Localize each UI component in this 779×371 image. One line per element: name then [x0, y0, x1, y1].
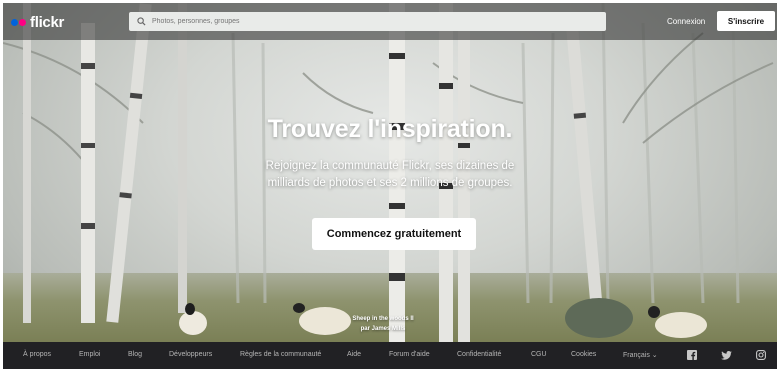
start-free-button[interactable]: Commencez gratuitement — [312, 218, 476, 250]
logo-blue-dot — [11, 18, 18, 26]
footer-link-help-forum[interactable]: Forum d'aide — [389, 351, 430, 358]
top-nav-bar: flickr Connexion S'inscrire — [3, 3, 777, 40]
search-bar[interactable] — [129, 12, 606, 31]
facebook-icon[interactable] — [686, 349, 698, 361]
search-input[interactable] — [149, 18, 606, 25]
footer-link-community-rules[interactable]: Règles de la communauté — [240, 351, 321, 358]
signup-button[interactable]: S'inscrire — [717, 11, 775, 31]
search-icon — [133, 12, 149, 31]
login-link[interactable]: Connexion — [667, 17, 705, 26]
footer-link-cookies[interactable]: Cookies — [571, 351, 596, 358]
page: flickr Connexion S'inscrire Trouvez l'in… — [3, 3, 777, 369]
footer-link-help[interactable]: Aide — [347, 351, 361, 358]
photo-credit[interactable]: Sheep in the woods II par James Mills — [333, 314, 433, 334]
footer-link-about[interactable]: À propos — [23, 351, 51, 358]
instagram-icon[interactable] — [755, 349, 767, 361]
hero-subtitle-line-2: milliards de photos et ses 2 millions de… — [267, 177, 513, 189]
footer-link-jobs[interactable]: Emploi — [79, 351, 100, 358]
hero-title: Trouvez l'inspiration. — [267, 115, 513, 143]
photo-title[interactable]: Sheep in the woods II — [333, 314, 433, 324]
twitter-icon[interactable] — [720, 349, 732, 361]
footer-bar: À propos Emploi Blog Développeurs Règles… — [3, 342, 777, 369]
footer-link-developers[interactable]: Développeurs — [169, 351, 212, 358]
hero-subtitle: Rejoignez la communauté Flickr, ses diza… — [3, 158, 777, 192]
language-selector[interactable]: Français ⌄ — [623, 351, 658, 359]
hero-subtitle-line-1: Rejoignez la communauté Flickr, ses diza… — [265, 160, 515, 172]
logo-text: flickr — [30, 13, 65, 31]
logo-pink-dot — [19, 18, 26, 26]
footer-link-blog[interactable]: Blog — [128, 351, 142, 358]
footer-link-privacy[interactable]: Confidentialité — [457, 351, 501, 358]
footer-link-terms[interactable]: CGU — [531, 351, 547, 358]
flickr-logo[interactable]: flickr — [11, 12, 64, 32]
photo-author[interactable]: par James Mills — [333, 324, 433, 334]
